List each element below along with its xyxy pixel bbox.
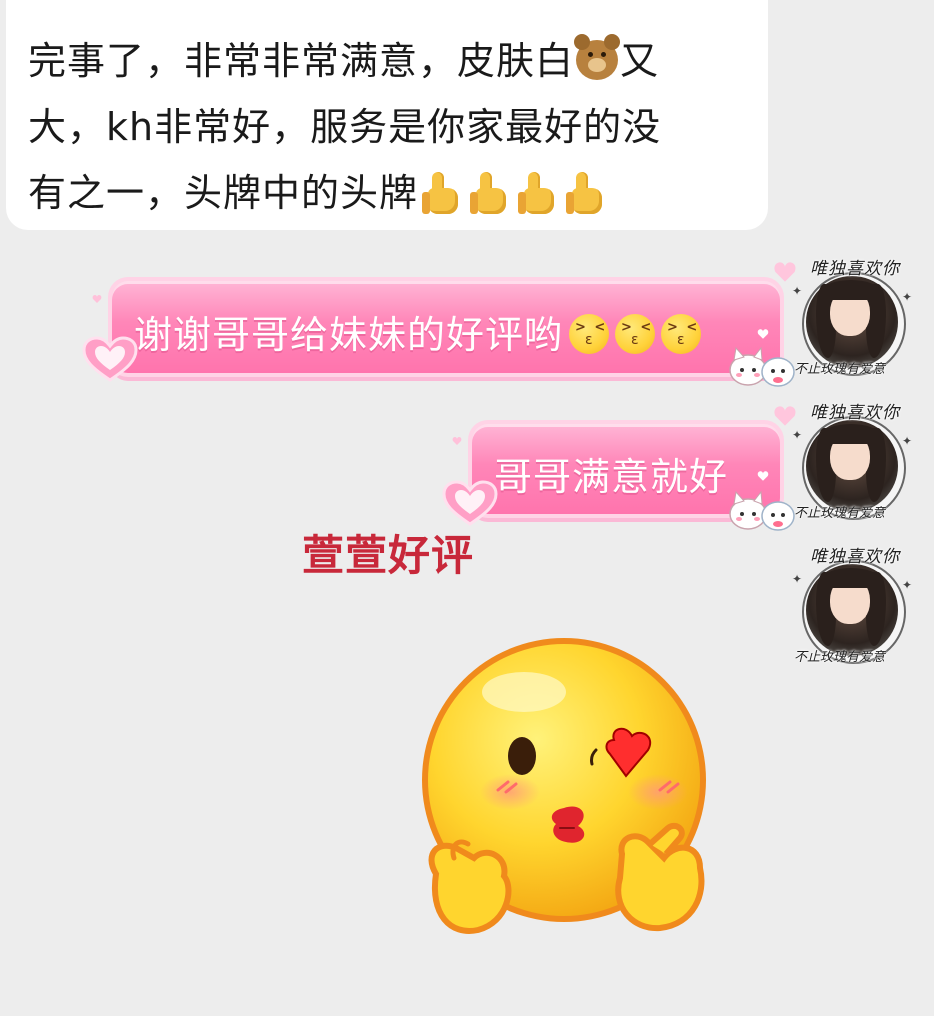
avatar-top-text: 唯独喜欢你 (810, 403, 900, 423)
avatar-top-text: 唯独喜欢你 (810, 259, 900, 279)
kiss-heart-emoji-icon (422, 638, 706, 934)
thumbs-up-icon (566, 171, 606, 214)
avatar[interactable]: 唯独喜欢你 不止玫瑰有爱意 ✦ ✦ (792, 542, 914, 666)
avatar-bottom-text: 不止玫瑰有爱意 (794, 506, 886, 521)
heart-icon (442, 480, 498, 526)
avatar-bottom-text: 不止玫瑰有爱意 (794, 650, 886, 665)
cat-sticker-icon (726, 488, 798, 534)
sparkle-icon: ✦ (902, 578, 913, 592)
incoming-message-bubble[interactable]: 完事了，非常非常满意，皮肤白 又 大，kh非常好，服务是你家最好的没 有之一，头牌… (6, 0, 768, 230)
sparkle-icon: ✦ (792, 284, 803, 298)
kiss-heart-emoji-sticker[interactable] (414, 632, 714, 952)
cat-sticker-icon (726, 344, 798, 390)
review-caption: 萱萱好评 (302, 531, 475, 580)
bear-face-icon (574, 33, 621, 80)
sparkle-icon: ✦ (792, 572, 803, 586)
thumbs-up-icon (518, 171, 558, 214)
avatar[interactable]: 唯独喜欢你 不止玫瑰有爱意 ✦ ✦ (792, 254, 914, 378)
incoming-line-3: 有之一，头牌中的头牌 (28, 160, 750, 226)
incoming-line-2-text: 大，kh非常好，服务是你家最好的没 (28, 105, 662, 149)
heart-icon (82, 336, 138, 382)
sparkle-icon: ✦ (902, 290, 913, 304)
kissing-face-icon (661, 313, 702, 354)
kissing-face-icon (615, 313, 656, 354)
outgoing-message-2-text: 哥哥满意就好 (494, 455, 729, 499)
small-heart-icon (757, 329, 769, 339)
incoming-line-2: 大，kh非常好，服务是你家最好的没 (28, 94, 750, 160)
outgoing-message-text: 哥哥满意就好 (494, 446, 728, 501)
avatar-bottom-text: 不止玫瑰有爱意 (794, 362, 886, 377)
outgoing-message-text: 谢谢哥哥给妹妹的好评哟 (134, 304, 702, 359)
kissing-face-icon (569, 313, 610, 354)
incoming-line-1-text: 完事了，非常非常满意，皮肤白 (28, 39, 575, 83)
incoming-line-3-text: 有之一，头牌中的头牌 (28, 171, 419, 215)
avatar[interactable]: 唯独喜欢你 不止玫瑰有爱意 ✦ ✦ (792, 398, 914, 522)
incoming-line-1: 完事了，非常非常满意，皮肤白 又 (28, 28, 750, 94)
avatar-top-text: 唯独喜欢你 (810, 547, 900, 567)
small-heart-icon (757, 471, 769, 481)
outgoing-message-1-text: 谢谢哥哥给妹妹的好评哟 (134, 313, 564, 357)
incoming-line-1-tail: 又 (620, 39, 660, 83)
small-heart-icon (92, 295, 102, 303)
incoming-message-text: 完事了，非常非常满意，皮肤白 又 大，kh非常好，服务是你家最好的没 有之一，头牌… (28, 28, 750, 226)
thumbs-up-icon (422, 171, 462, 214)
small-heart-icon (452, 437, 462, 445)
sparkle-icon: ✦ (902, 434, 913, 448)
thumbs-up-icon (470, 171, 510, 214)
sparkle-icon: ✦ (792, 428, 803, 442)
